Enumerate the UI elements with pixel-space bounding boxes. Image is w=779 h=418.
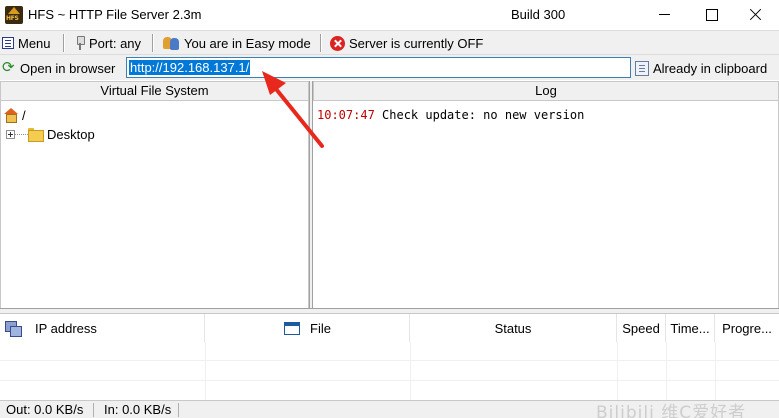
minimize-button[interactable]: [642, 0, 688, 30]
clipboard-icon: [635, 60, 649, 76]
users-icon: [163, 36, 180, 50]
grid-line: [666, 342, 667, 400]
watermark: Bilibili 维C爱好者: [596, 403, 747, 418]
build-label: Build 300: [511, 7, 566, 22]
connections-header: IP address File Status Speed Time... Pro…: [0, 314, 779, 342]
column-status[interactable]: Status: [410, 314, 617, 342]
column-progress[interactable]: Progre...: [715, 314, 779, 342]
vfs-root-label: /: [22, 107, 26, 123]
vfs-folder-desktop[interactable]: Desktop: [28, 125, 95, 143]
column-speed[interactable]: Speed: [617, 314, 666, 342]
statusbar-separator: [93, 403, 94, 417]
grid-line: [205, 342, 206, 400]
column-file-label: File: [310, 320, 331, 336]
home-icon: [3, 108, 18, 123]
port-label: Port: any: [89, 35, 142, 51]
column-ip-address[interactable]: IP address: [0, 314, 205, 342]
menu-label: Menu: [18, 35, 51, 51]
grid-line: [0, 380, 779, 381]
menu-icon: [2, 37, 14, 49]
network-icon: [5, 320, 22, 337]
clipboard-label: Already in clipboard: [653, 60, 768, 76]
url-toolbar: Open in browser http://192.168.137.1/ Al…: [0, 54, 779, 80]
grid-line: [617, 342, 618, 400]
log-panel[interactable]: 10:07:47 Check update: no new version: [313, 101, 779, 308]
open-in-browser-button[interactable]: Open in browser: [2, 58, 115, 78]
tree-expand-icon[interactable]: [6, 130, 15, 139]
server-toggle-button[interactable]: Server is currently OFF: [330, 33, 483, 53]
stop-icon: [330, 35, 345, 51]
mode-label: You are in Easy mode: [184, 35, 311, 51]
open-browser-label: Open in browser: [20, 60, 116, 76]
title-bar: HFS HFS ~ HTTP File Server 2.3m Build 30…: [0, 0, 779, 30]
folder-icon: [28, 128, 44, 142]
out-speed: Out: 0.0 KB/s: [6, 402, 84, 417]
mode-button[interactable]: You are in Easy mode: [163, 33, 311, 53]
url-field[interactable]: http://192.168.137.1/: [126, 57, 631, 78]
clipboard-button[interactable]: Already in clipboard: [635, 58, 767, 78]
grid-line: [410, 342, 411, 400]
log-entry: 10:07:47 Check update: no new version: [317, 108, 584, 122]
vfs-panel-header: Virtual File System: [0, 81, 309, 101]
column-file[interactable]: File: [205, 314, 410, 342]
toolbar-separator: [63, 34, 65, 52]
browser-icon: [2, 58, 16, 76]
url-value: http://192.168.137.1/: [129, 60, 251, 75]
main-toolbar: Menu Port: any You are in Easy mode Serv…: [0, 30, 779, 54]
column-status-label: Status: [494, 320, 532, 336]
hfs-logo-icon: HFS: [5, 6, 23, 24]
connections-list[interactable]: [0, 342, 779, 400]
column-time[interactable]: Time...: [666, 314, 715, 342]
column-speed-label: Speed: [622, 320, 660, 336]
log-panel-header: Log: [313, 81, 779, 101]
close-button[interactable]: [733, 0, 779, 30]
maximize-button[interactable]: [688, 0, 734, 30]
tree-connector-line: [15, 134, 28, 135]
column-progress-label: Progre...: [722, 320, 772, 336]
port-button[interactable]: Port: any: [75, 33, 141, 53]
window-title: HFS ~ HTTP File Server 2.3m: [28, 7, 202, 22]
vfs-root-item[interactable]: /: [3, 106, 26, 124]
server-status-label: Server is currently OFF: [349, 35, 484, 51]
column-time-label: Time...: [670, 320, 710, 336]
toolbar-separator: [152, 34, 154, 52]
column-ip-label: IP address: [35, 320, 97, 336]
statusbar-separator: [178, 403, 179, 417]
grid-line: [0, 360, 779, 361]
toolbar-separator: [320, 34, 322, 52]
plug-icon: [75, 36, 85, 50]
vfs-item-label: Desktop: [47, 126, 95, 142]
in-speed: In: 0.0 KB/s: [104, 402, 172, 417]
menu-button[interactable]: Menu: [2, 33, 51, 53]
file-icon: [284, 321, 300, 335]
log-time: 10:07:47: [317, 108, 375, 122]
log-message: Check update: no new version: [382, 108, 585, 122]
grid-line: [715, 342, 716, 400]
